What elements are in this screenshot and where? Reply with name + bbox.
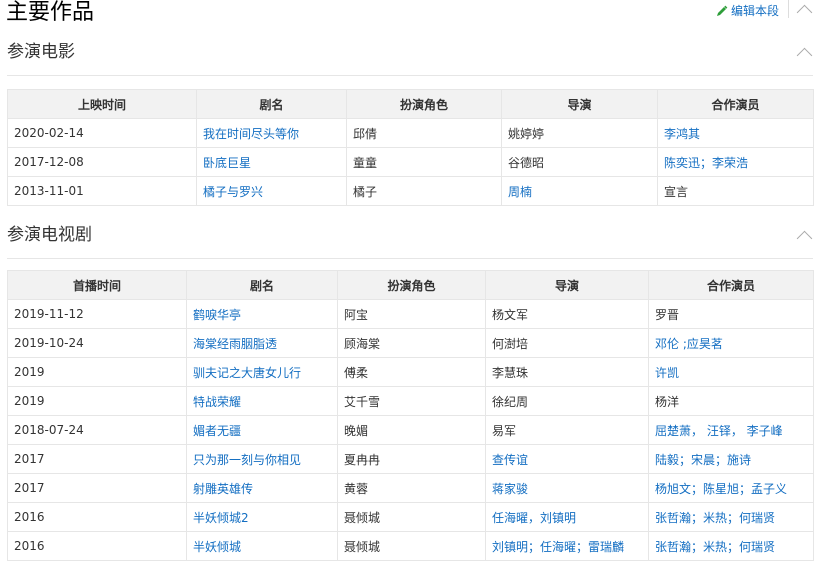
table-cell-link[interactable]: 驯夫记之大唐女儿行	[186, 357, 338, 387]
table-cell: 易军	[485, 415, 649, 445]
table-cell: 黄蓉	[337, 473, 486, 503]
section-heading-movies: 参演电影	[7, 42, 75, 62]
table-cell: 阿宝	[337, 299, 486, 329]
table-row: 2016 半妖倾城 聂倾城 刘镇明；任海曜；雷瑞麟 张哲瀚；米热；何瑞贤	[7, 531, 814, 561]
table-header-row: 上映时间 剧名 扮演角色 导演 合作演员	[7, 89, 814, 119]
table-cell: 2019	[7, 386, 187, 416]
table-cell: 2017	[7, 473, 187, 503]
table-cell: 顾海棠	[337, 328, 486, 358]
table-cell: 姚婷婷	[501, 118, 658, 148]
table-cell-link[interactable]: 张哲瀚；米热；何瑞贤	[648, 531, 814, 561]
column-header: 合作演员	[648, 270, 814, 300]
table-cell: 谷德昭	[501, 147, 658, 177]
table-cell: 聂倾城	[337, 531, 486, 561]
table-cell: 2020-02-14	[7, 118, 197, 148]
table-cell-link[interactable]: 查传谊	[485, 444, 649, 474]
page-title: 主要作品	[6, 0, 95, 25]
table-row: 2019 特战荣耀 艾千雪 徐纪周 杨洋	[7, 386, 814, 416]
column-header: 扮演角色	[337, 270, 486, 300]
table-row: 2017-12-08 卧底巨星 童童 谷德昭 陈奕迅；李荣浩	[7, 147, 814, 177]
tv-table: 首播时间 剧名 扮演角色 导演 合作演员 2019-11-12 鹤唳华亭 阿宝 杨文军 罗晋 201…	[7, 270, 814, 561]
pencil-icon	[717, 5, 728, 16]
table-cell-link[interactable]: 周楠	[501, 176, 658, 206]
table-cell: 2017-12-08	[7, 147, 197, 177]
table-cell-link[interactable]: 陈奕迅；李荣浩	[657, 147, 814, 177]
table-cell: 杨洋	[648, 386, 814, 416]
divider	[7, 258, 813, 259]
table-cell: 傅柔	[337, 357, 486, 387]
table-cell: 2019-11-12	[7, 299, 187, 329]
column-header: 导演	[485, 270, 649, 300]
table-cell: 2018-07-24	[7, 415, 187, 445]
section-heading-tv: 参演电视剧	[7, 225, 92, 245]
table-cell-link[interactable]: 射雕英雄传	[186, 473, 338, 503]
table-cell-link[interactable]: 媚者无疆	[186, 415, 338, 445]
table-cell-link[interactable]: 陆毅；宋晨；施诗	[648, 444, 814, 474]
table-row: 2016 半妖倾城2 聂倾城 任海曜，刘镇明 张哲瀚；米热；何瑞贤	[7, 502, 814, 532]
table-row: 2018-07-24 媚者无疆 晚媚 易军 屈楚萧， 汪铎， 李子峰	[7, 415, 814, 445]
column-header: 剧名	[196, 89, 347, 119]
table-cell: 2019	[7, 357, 187, 387]
collapse-all-chevron-icon[interactable]	[796, 4, 813, 21]
table-cell-link[interactable]: 海棠经雨胭脂透	[186, 328, 338, 358]
table-cell-link[interactable]: 特战荣耀	[186, 386, 338, 416]
table-cell-link[interactable]: 邓伦 ;应昊茗	[648, 328, 814, 358]
table-header-row: 首播时间 剧名 扮演角色 导演 合作演员	[7, 270, 814, 300]
table-cell-link[interactable]: 只为那一刻与你相见	[186, 444, 338, 474]
table-cell: 2016	[7, 502, 187, 532]
column-header: 导演	[501, 89, 658, 119]
table-row: 2013-11-01 橘子与罗兴 橘子 周楠 宣言	[7, 176, 814, 206]
divider	[7, 75, 813, 76]
table-cell-link[interactable]: 任海曜，刘镇明	[485, 502, 649, 532]
table-row: 2019 驯夫记之大唐女儿行 傅柔 李慧珠 许凯	[7, 357, 814, 387]
edit-section-button[interactable]: 编辑本段	[716, 2, 779, 19]
table-cell: 夏冉冉	[337, 444, 486, 474]
column-header: 上映时间	[7, 89, 197, 119]
table-cell-link[interactable]: 杨旭文；陈星旭；孟子义	[648, 473, 814, 503]
table-cell: 2017	[7, 444, 187, 474]
table-cell-link[interactable]: 橘子与罗兴	[196, 176, 347, 206]
table-cell: 何澍培	[485, 328, 649, 358]
table-cell-link[interactable]: 蒋家骏	[485, 473, 649, 503]
column-header: 扮演角色	[346, 89, 502, 119]
table-cell: 艾千雪	[337, 386, 486, 416]
table-cell: 2016	[7, 531, 187, 561]
edit-label: 编辑本段	[731, 4, 780, 18]
table-cell: 橘子	[346, 176, 502, 206]
column-header: 合作演员	[657, 89, 814, 119]
table-cell: 邱倩	[346, 118, 502, 148]
table-cell: 晚媚	[337, 415, 486, 445]
table-row: 2019-10-24 海棠经雨胭脂透 顾海棠 何澍培 邓伦 ;应昊茗	[7, 328, 814, 358]
table-cell: 徐纪周	[485, 386, 649, 416]
table-cell-link[interactable]: 李鸿其	[657, 118, 814, 148]
table-cell-link[interactable]: 鹤唳华亭	[186, 299, 338, 329]
table-cell-link[interactable]: 半妖倾城	[186, 531, 338, 561]
table-cell: 罗晋	[648, 299, 814, 329]
table-cell-link[interactable]: 屈楚萧， 汪铎， 李子峰	[648, 415, 814, 445]
divider	[788, 0, 789, 18]
table-cell-link[interactable]: 半妖倾城2	[186, 502, 338, 532]
table-cell-link[interactable]: 张哲瀚；米热；何瑞贤	[648, 502, 814, 532]
collapse-movies-chevron-icon[interactable]	[796, 47, 813, 64]
table-row: 2017 射雕英雄传 黄蓉 蒋家骏 杨旭文；陈星旭；孟子义	[7, 473, 814, 503]
table-cell: 聂倾城	[337, 502, 486, 532]
table-cell: 2019-10-24	[7, 328, 187, 358]
column-header: 首播时间	[7, 270, 187, 300]
table-cell-link[interactable]: 我在时间尽头等你	[196, 118, 347, 148]
table-cell-link[interactable]: 刘镇明；任海曜；雷瑞麟	[485, 531, 649, 561]
table-cell-link[interactable]: 卧底巨星	[196, 147, 347, 177]
table-cell-link[interactable]: 许凯	[648, 357, 814, 387]
table-row: 2017 只为那一刻与你相见 夏冉冉 查传谊 陆毅；宋晨；施诗	[7, 444, 814, 474]
table-cell: 童童	[346, 147, 502, 177]
column-header: 剧名	[186, 270, 338, 300]
table-cell: 2013-11-01	[7, 176, 197, 206]
table-row: 2020-02-14 我在时间尽头等你 邱倩 姚婷婷 李鸿其	[7, 118, 814, 148]
table-cell: 杨文军	[485, 299, 649, 329]
table-cell: 李慧珠	[485, 357, 649, 387]
table-cell: 宣言	[657, 176, 814, 206]
collapse-tv-chevron-icon[interactable]	[796, 230, 813, 247]
table-row: 2019-11-12 鹤唳华亭 阿宝 杨文军 罗晋	[7, 299, 814, 329]
movies-table: 上映时间 剧名 扮演角色 导演 合作演员 2020-02-14 我在时间尽头等你 邱倩 姚婷婷李…	[7, 89, 814, 206]
